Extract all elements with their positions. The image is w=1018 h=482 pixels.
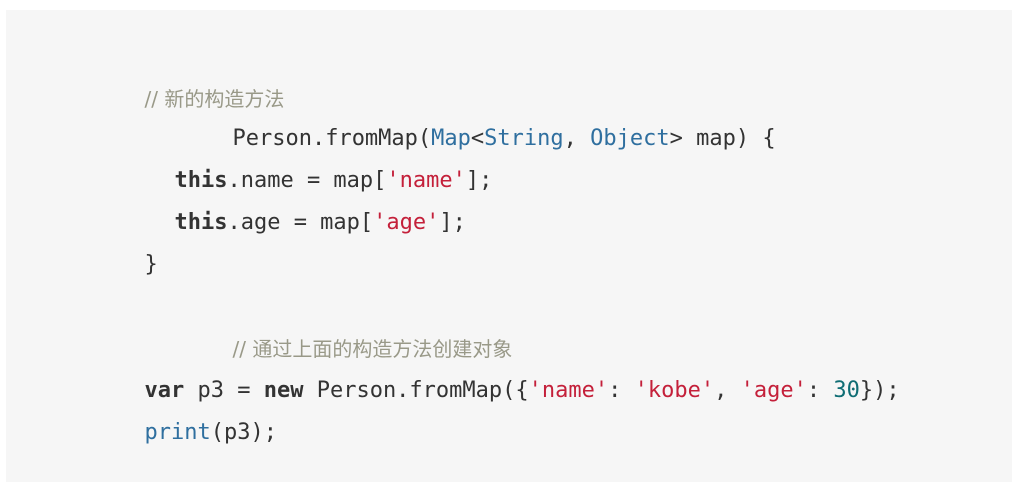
code-text: .age = map[	[227, 210, 374, 235]
keyword: this	[174, 210, 228, 235]
code-text: (p3);	[210, 420, 277, 445]
punctuation: :	[608, 378, 635, 403]
code-line-4: this.age = map['age'];	[65, 178, 465, 235]
string-literal: 'name'	[528, 378, 609, 403]
punctuation: ,	[714, 378, 741, 403]
type-name: Object	[590, 126, 670, 151]
closing-brace: }	[144, 252, 158, 277]
punctuation: :	[806, 378, 834, 403]
string-literal: 'kobe'	[634, 378, 715, 403]
parameter-text: > map) {	[669, 126, 776, 151]
type-name: String	[484, 126, 564, 151]
code-text: ];	[465, 168, 493, 193]
code-block: // 新的构造方法 Person.fromMap(Map<String, Obj…	[6, 10, 1012, 482]
code-line-5: }	[65, 220, 157, 277]
code-line-7: var p3 = new Person.fromMap({'name': 'ko…	[65, 346, 899, 403]
code-text: Person.fromMap({	[303, 378, 529, 403]
string-literal: 'age'	[740, 378, 807, 403]
punctuation: ,	[563, 126, 591, 151]
code-line-2: Person.fromMap(Map<String, Object> map) …	[65, 94, 775, 151]
string-literal: 'age'	[373, 210, 440, 235]
code-text: ];	[439, 210, 466, 235]
code-line-3: this.name = map['name'];	[65, 136, 492, 193]
code-line-6: // 通过上面的构造方法创建对象	[65, 304, 512, 361]
code-line-1: // 新的构造方法	[65, 54, 284, 111]
code-text: });	[859, 378, 900, 403]
number-literal: 30	[833, 378, 860, 403]
function-name: print	[144, 420, 211, 445]
code-line-8: print(p3);	[65, 388, 276, 445]
